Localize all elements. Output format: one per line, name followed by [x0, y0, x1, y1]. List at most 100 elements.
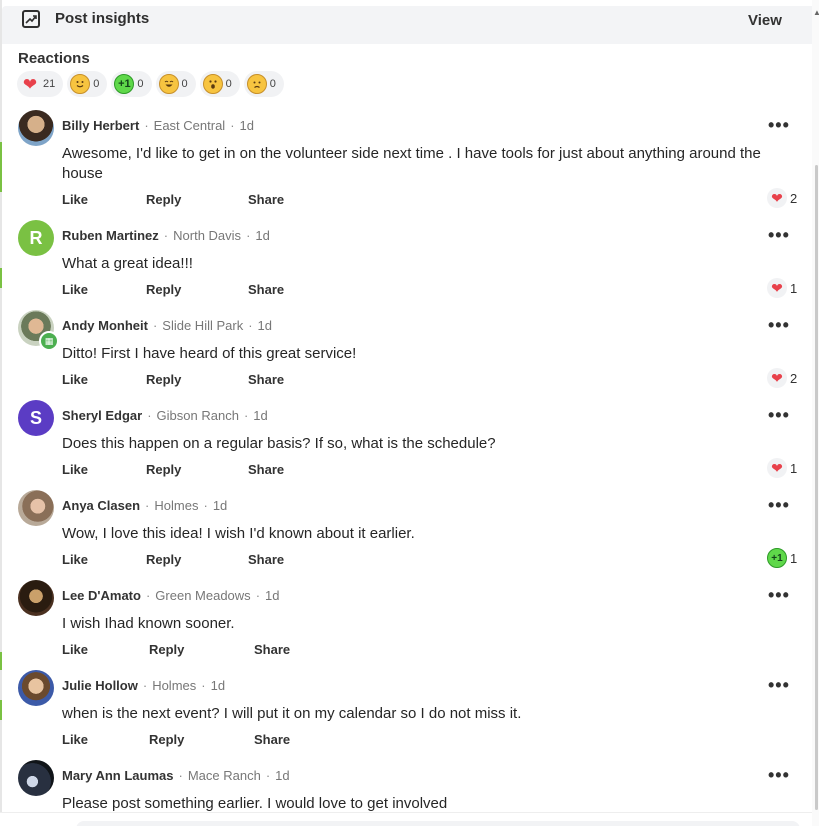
reactions-title: Reactions — [18, 50, 90, 67]
like-button[interactable]: Like — [62, 372, 88, 387]
comment-time[interactable]: 1d — [211, 678, 225, 693]
author-name[interactable]: Mary Ann Laumas — [62, 768, 174, 783]
like-button[interactable]: Like — [62, 462, 88, 477]
like-button[interactable]: Like — [62, 282, 88, 297]
heart-icon: ❤ — [22, 74, 38, 94]
avatar-letter: R — [29, 227, 43, 248]
share-button[interactable]: Share — [248, 552, 284, 567]
reply-button[interactable]: Reply — [149, 642, 184, 657]
reaction-pill-wow[interactable]: 0 — [199, 71, 240, 97]
share-button[interactable]: Share — [248, 372, 284, 387]
sad-face-icon — [246, 74, 267, 94]
comment-time[interactable]: 1d — [213, 498, 227, 513]
more-options-icon[interactable]: ••• — [768, 766, 790, 784]
post-insights-bar[interactable]: Post insights View — [2, 6, 812, 44]
comment-time[interactable]: 1d — [255, 228, 269, 243]
avatar[interactable]: ▦ — [18, 310, 59, 351]
comment-time[interactable]: 1d — [258, 318, 272, 333]
comment-meta: Lee D'Amato · Green Meadows · 1d — [62, 588, 280, 603]
share-button[interactable]: Share — [254, 732, 290, 747]
more-options-icon[interactable]: ••• — [768, 496, 790, 514]
comment-meta: Sheryl Edgar · Gibson Ranch · 1d — [62, 408, 268, 423]
neighborhood-link[interactable]: Slide Hill Park — [162, 318, 243, 333]
meta-separator: · — [178, 768, 183, 783]
share-button[interactable]: Share — [254, 642, 290, 657]
neighborhood-link[interactable]: North Davis — [173, 228, 241, 243]
like-button[interactable]: Like — [62, 552, 88, 567]
reply-button[interactable]: Reply — [146, 192, 181, 207]
author-name[interactable]: Ruben Martinez — [62, 228, 159, 243]
comment-text: Ditto! First I have heard of this great … — [62, 345, 357, 362]
reaction-pill-sad[interactable]: 0 — [243, 71, 284, 97]
scroll-up-icon[interactable]: ▲ — [813, 8, 819, 17]
comment-reaction-count[interactable]: +1 1 — [767, 548, 797, 568]
comment-reaction-count[interactable]: ❤ 1 — [767, 278, 797, 298]
share-button[interactable]: Share — [248, 192, 284, 207]
comment-time[interactable]: 1d — [240, 118, 254, 133]
avatar[interactable] — [18, 490, 54, 526]
more-options-icon[interactable]: ••• — [768, 116, 790, 134]
comment-input[interactable] — [76, 821, 800, 826]
like-button[interactable]: Like — [62, 732, 88, 747]
neighborhood-link[interactable]: Gibson Ranch — [157, 408, 239, 423]
comment-reaction-count[interactable]: ❤ 2 — [767, 368, 797, 388]
avatar[interactable]: R — [18, 220, 54, 256]
reply-button[interactable]: Reply — [146, 462, 181, 477]
more-options-icon[interactable]: ••• — [768, 586, 790, 604]
author-name[interactable]: Anya Clasen — [62, 498, 140, 513]
comment-time[interactable]: 1d — [253, 408, 267, 423]
neighborhood-link[interactable]: Holmes — [152, 678, 196, 693]
reply-button[interactable]: Reply — [149, 732, 184, 747]
comment-time[interactable]: 1d — [265, 588, 279, 603]
neighborhood-link[interactable]: Green Meadows — [155, 588, 250, 603]
reaction-pill-smile[interactable]: 0 — [67, 71, 108, 97]
neighborhood-link[interactable]: Mace Ranch — [188, 768, 261, 783]
comment-item: ▦ Andy Monheit · Slide Hill Park · 1d ••… — [0, 310, 812, 390]
comment-time[interactable]: 1d — [275, 768, 289, 783]
author-name[interactable]: Julie Hollow — [62, 678, 138, 693]
reaction-count: 1 — [790, 550, 798, 566]
view-insights-link[interactable]: View — [748, 12, 782, 29]
scrollbar-thumb[interactable] — [815, 165, 818, 810]
more-options-icon[interactable]: ••• — [768, 406, 790, 424]
reply-button[interactable]: Reply — [146, 552, 181, 567]
avatar[interactable] — [18, 760, 54, 796]
share-button[interactable]: Share — [248, 282, 284, 297]
comment-item: Billy Herbert · East Central · 1d ••• Aw… — [0, 110, 812, 210]
author-name[interactable]: Billy Herbert — [62, 118, 139, 133]
avatar[interactable] — [18, 110, 54, 146]
meta-separator: · — [255, 588, 261, 603]
reply-button[interactable]: Reply — [146, 372, 181, 387]
comment-reaction-count[interactable]: ❤ 2 — [767, 188, 797, 208]
reply-button[interactable]: Reply — [146, 282, 181, 297]
more-options-icon[interactable]: ••• — [768, 316, 790, 334]
author-name[interactable]: Andy Monheit — [62, 318, 148, 333]
comment-meta: Julie Hollow · Holmes · 1d — [62, 678, 225, 693]
comment-item: Julie Hollow · Holmes · 1d ••• when is t… — [0, 670, 812, 750]
reaction-count: 1 — [790, 460, 798, 476]
comment-meta: Billy Herbert · East Central · 1d — [62, 118, 254, 133]
reaction-pill-heart[interactable]: ❤ 21 — [17, 71, 64, 97]
comment-text: Wow, I love this idea! I wish I'd known … — [62, 525, 415, 542]
more-options-icon[interactable]: ••• — [768, 226, 790, 244]
author-name[interactable]: Lee D'Amato — [62, 588, 141, 603]
avatar[interactable] — [18, 670, 54, 706]
neighborhood-link[interactable]: East Central — [154, 118, 226, 133]
like-button[interactable]: Like — [62, 642, 88, 657]
comment-composer-edge — [0, 812, 812, 826]
more-options-icon[interactable]: ••• — [768, 676, 790, 694]
meta-separator: · — [201, 678, 206, 693]
reaction-pill-laugh[interactable]: 0 — [155, 71, 196, 97]
like-button[interactable]: Like — [62, 192, 88, 207]
comment-item: S Sheryl Edgar · Gibson Ranch · 1d ••• D… — [0, 400, 812, 480]
author-name[interactable]: Sheryl Edgar — [62, 408, 142, 423]
neighborhood-link[interactable]: Holmes — [154, 498, 198, 513]
avatar[interactable]: S — [18, 400, 54, 436]
share-button[interactable]: Share — [248, 462, 284, 477]
reaction-pill-plus-one[interactable]: +1 0 — [111, 71, 152, 97]
reaction-count: 0 — [181, 78, 188, 90]
group-badge-icon: ▦ — [39, 331, 59, 351]
comment-reaction-count[interactable]: ❤ 1 — [767, 458, 797, 478]
comment-text: I wish Ihad known sooner. — [62, 615, 235, 632]
avatar[interactable] — [18, 580, 54, 616]
